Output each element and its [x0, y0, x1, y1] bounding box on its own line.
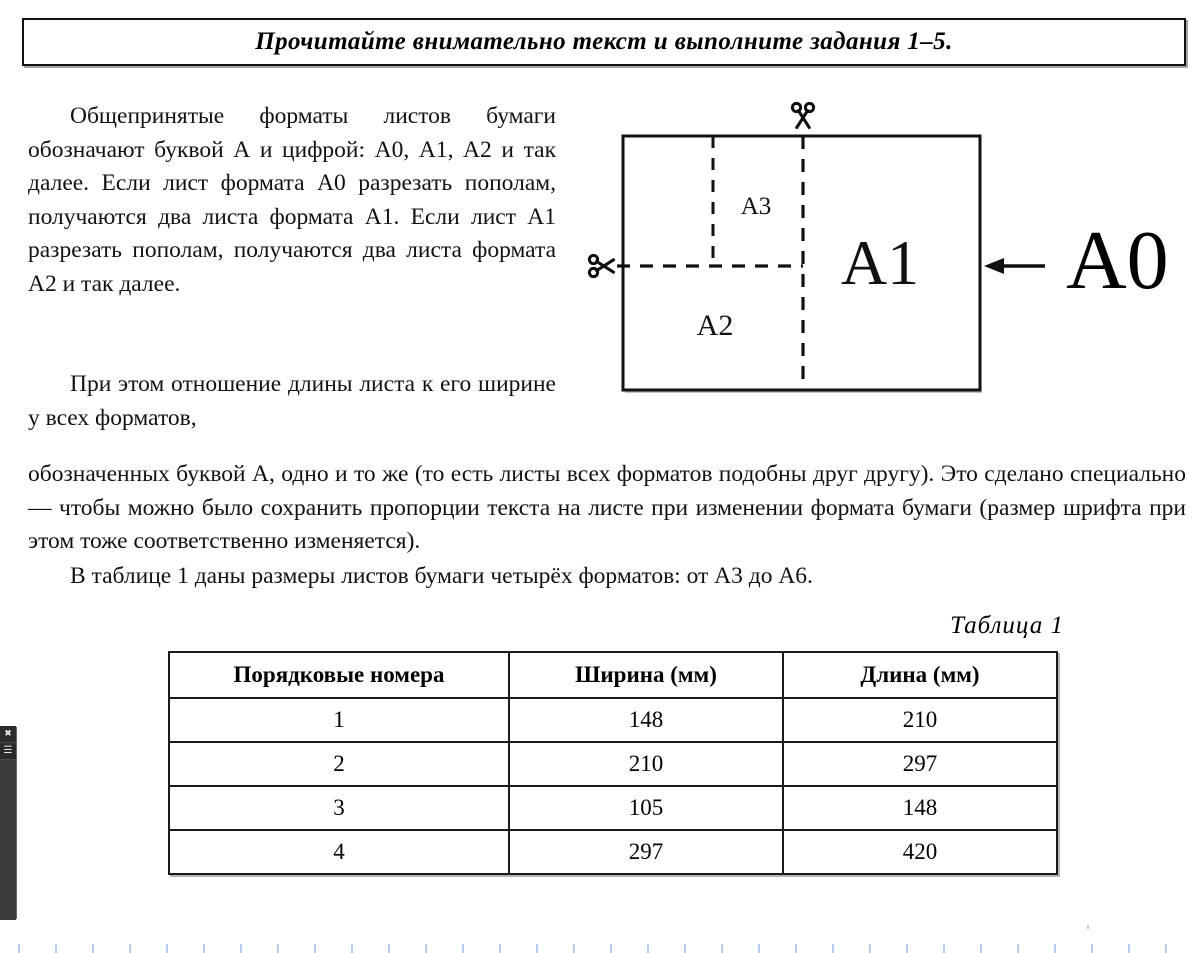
- document-page: Прочитайте внимательно текст и выполните…: [0, 0, 1200, 953]
- floating-mini-toolbar[interactable]: ✖ ☰: [0, 726, 16, 920]
- figure-label-a3: А3: [741, 193, 772, 220]
- ruler-tick: [536, 944, 538, 953]
- column-header-index: Порядковые номера: [168, 651, 510, 699]
- scissors-icon-left: [587, 253, 616, 279]
- ruler-tick: [203, 944, 205, 953]
- ruler-tick: [795, 944, 797, 953]
- figure-label-a1: А1: [841, 227, 919, 298]
- ruler-tick: [1128, 944, 1130, 953]
- cell-length: 148: [782, 785, 1058, 831]
- diagram-svg: А3 А1 А2 А0: [587, 101, 1169, 393]
- table-caption: Таблица 1: [950, 612, 1064, 639]
- ruler-tick: [1165, 944, 1167, 953]
- ruler-tick: [55, 944, 57, 953]
- ruler-tick: [166, 944, 168, 953]
- column-header-width: Ширина (мм): [508, 651, 784, 699]
- ruler-tick: [721, 944, 723, 953]
- ruler-tick: [647, 944, 649, 953]
- ruler-tick: [610, 944, 612, 953]
- ruler-tick: [388, 944, 390, 953]
- ruler-tick: [758, 944, 760, 953]
- ruler-tick: [684, 944, 686, 953]
- ruler-tick: [92, 944, 94, 953]
- ruler-tick: [906, 944, 908, 953]
- toolbar-drag-rail[interactable]: [0, 760, 16, 920]
- ruler-tick: [869, 944, 871, 953]
- paragraph-table-reference: В таблице 1 даны размеры листов бумаги ч…: [70, 563, 813, 589]
- paragraph-ratio-column: При этом отношение длины листа к его шир…: [28, 371, 556, 431]
- table-row: 1 148 210: [168, 697, 1058, 743]
- column-header-length: Длина (мм): [782, 651, 1058, 699]
- ruler-tick: [980, 944, 982, 953]
- cell-index: 4: [168, 829, 510, 875]
- cell-width: 148: [508, 697, 784, 743]
- ruler-tick: [1091, 944, 1093, 953]
- ruler-tick: [573, 944, 575, 953]
- cell-index: 1: [168, 697, 510, 743]
- ruler-tick: [314, 944, 316, 953]
- ruler-tick: [129, 944, 131, 953]
- cell-index: 2: [168, 741, 510, 787]
- cell-length: 420: [782, 829, 1058, 875]
- figure-label-a0: А0: [1066, 214, 1169, 307]
- cell-width: 210: [508, 741, 784, 787]
- cell-index: 3: [168, 785, 510, 831]
- table-row: 2 210 297: [168, 741, 1058, 787]
- scissors-icon-top: [790, 101, 816, 130]
- instruction-banner: Прочитайте внимательно текст и выполните…: [22, 18, 1186, 66]
- arrow-left-icon: [984, 258, 1045, 274]
- cell-length: 297: [782, 741, 1058, 787]
- table-row: 4 297 420: [168, 829, 1058, 875]
- ruler-tick: [832, 944, 834, 953]
- hamburger-menu-icon[interactable]: ☰: [0, 743, 16, 760]
- ruler-tick: [499, 944, 501, 953]
- cell-width: 105: [508, 785, 784, 831]
- ruler-tick: [240, 944, 242, 953]
- cell-width: 297: [508, 829, 784, 875]
- table-header-row: Порядковые номера Ширина (мм) Длина (мм): [168, 651, 1058, 699]
- ruler-tick: [425, 944, 427, 953]
- ruler-tick: [351, 944, 353, 953]
- paper-format-diagram: А3 А1 А2 А0: [580, 92, 1200, 412]
- cell-length: 210: [782, 697, 1058, 743]
- close-icon[interactable]: ✖: [0, 726, 16, 743]
- ruler-tick: [1054, 944, 1056, 953]
- paper-sizes-table: Порядковые номера Ширина (мм) Длина (мм)…: [168, 651, 1058, 875]
- figure-label-a2: А2: [697, 309, 734, 342]
- ruler-tick: [277, 944, 279, 953]
- paragraph-ratio-full: обозначенных буквой А, одно и то же (то …: [28, 461, 1186, 554]
- scan-artifact-speck: [1087, 925, 1089, 929]
- table-row: 3 105 148: [168, 785, 1058, 831]
- bottom-ruler: [0, 941, 1200, 953]
- instruction-title: Прочитайте внимательно текст и выполните…: [255, 28, 953, 55]
- ruler-tick: [943, 944, 945, 953]
- ruler-tick: [462, 944, 464, 953]
- paragraph-intro: Общепринятые форматы листов бумаги обозн…: [28, 103, 556, 297]
- ruler-tick: [18, 944, 20, 953]
- ruler-tick: [1017, 944, 1019, 953]
